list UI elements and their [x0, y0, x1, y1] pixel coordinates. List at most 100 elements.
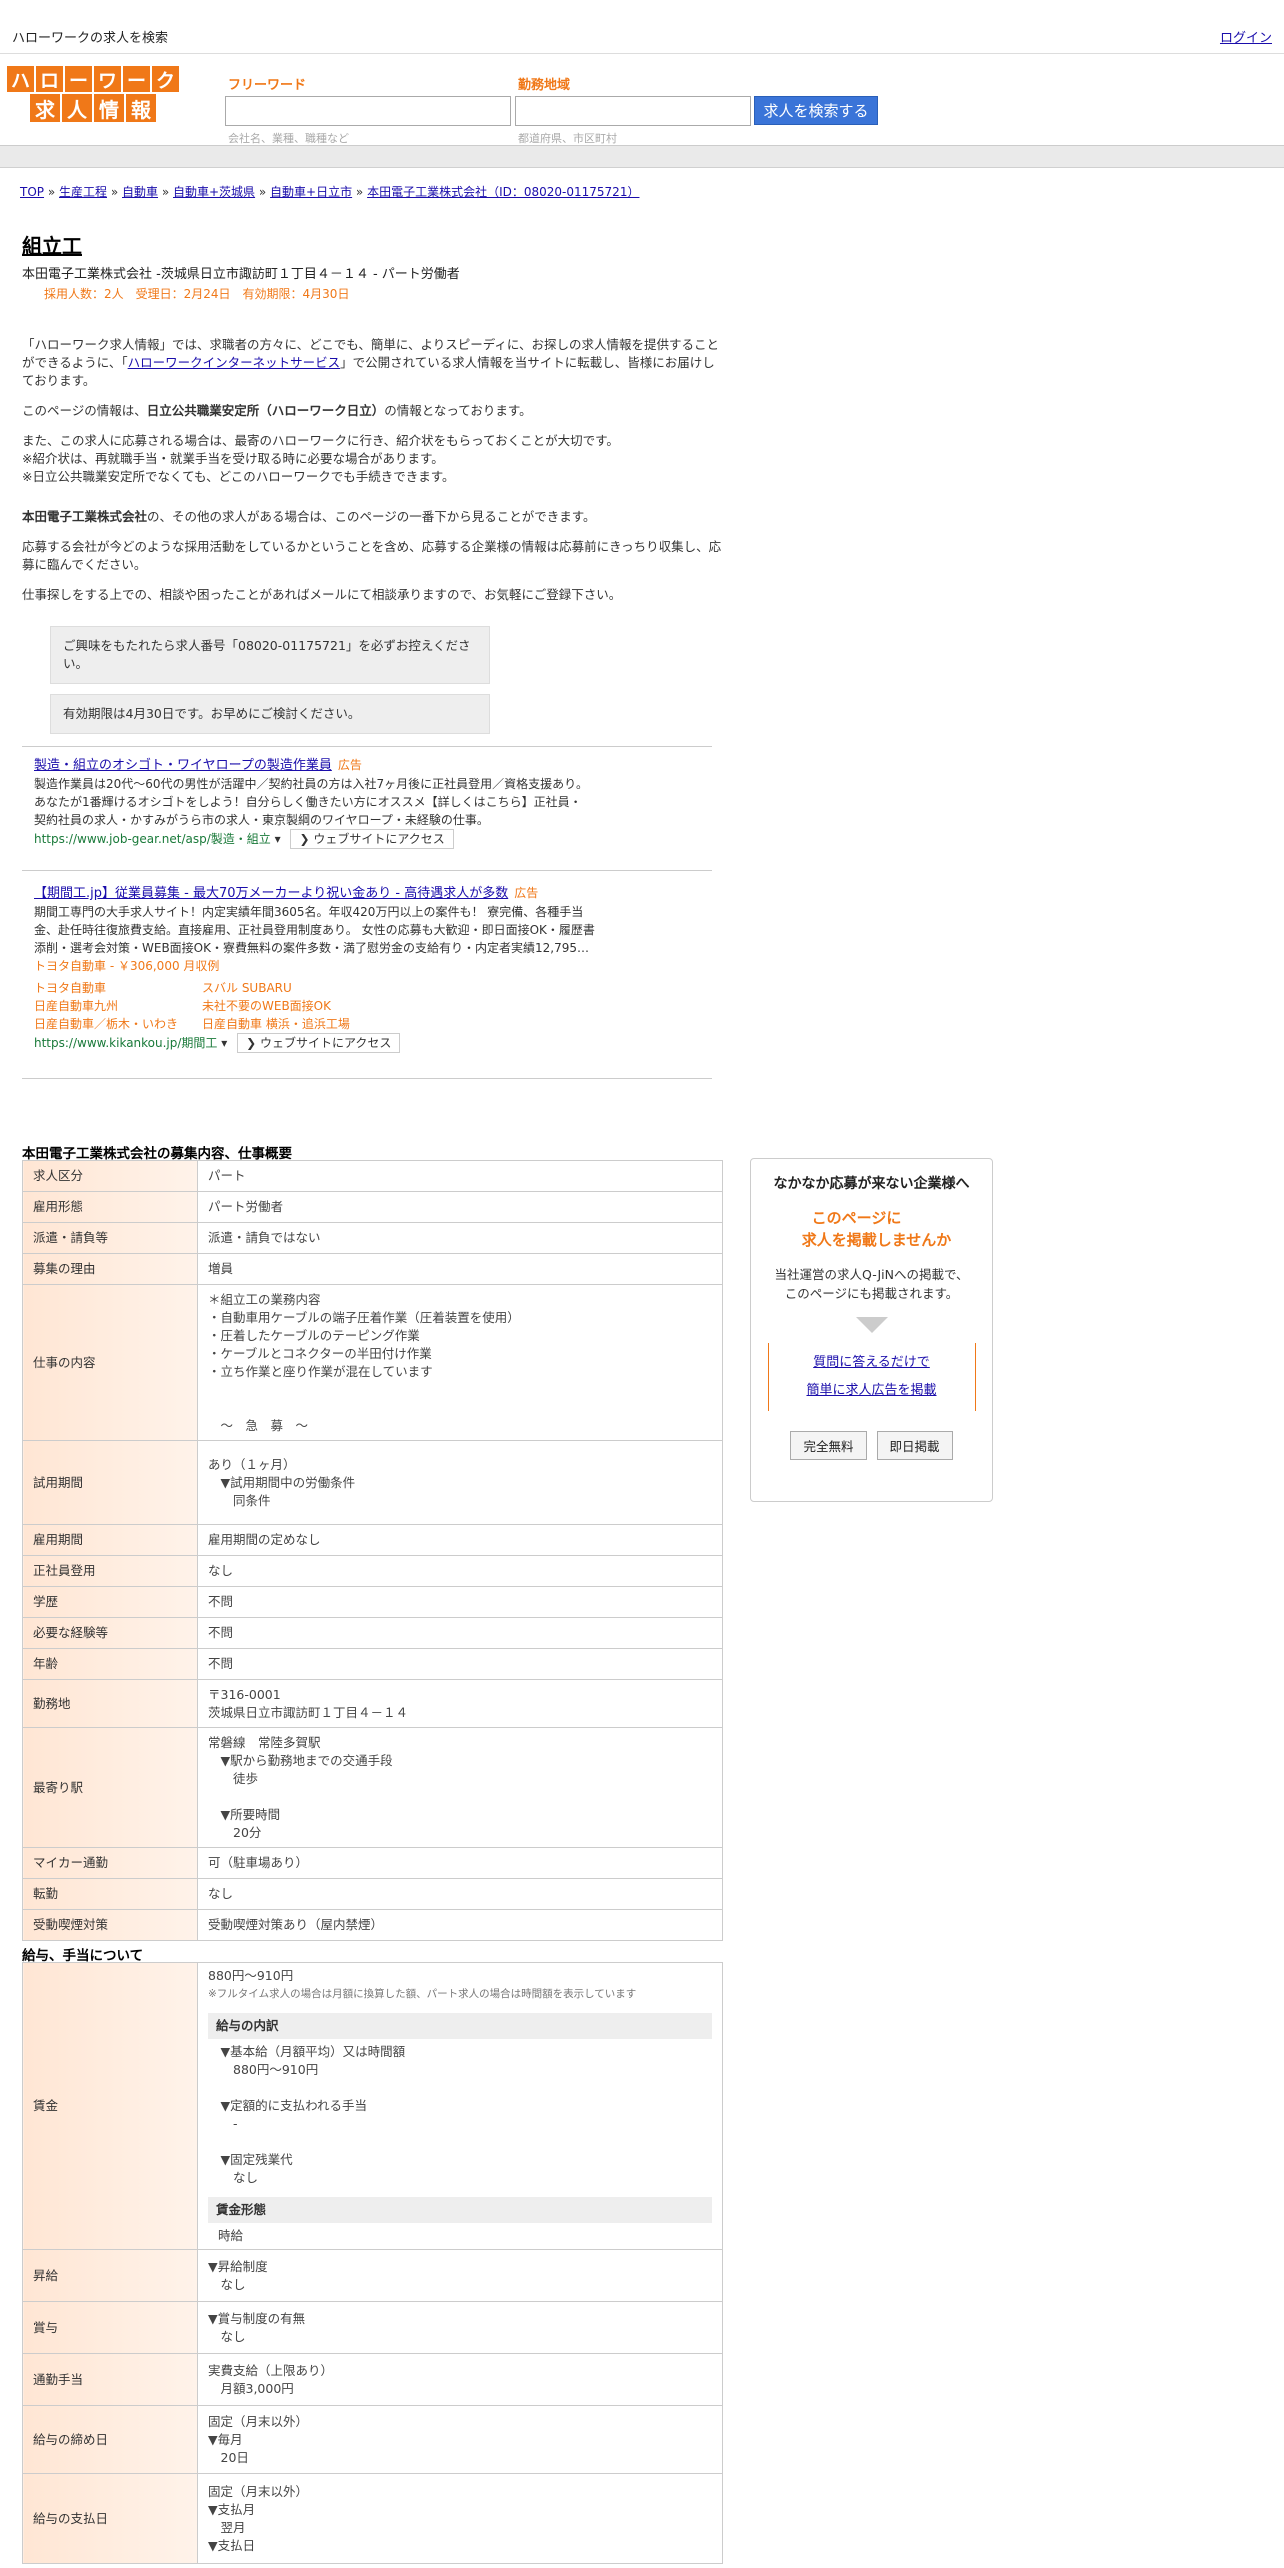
deadline-box: 有効期限は4月30日です。お早めにご検討ください。 [50, 694, 490, 734]
row-label: 受動喫煙対策 [22, 1909, 198, 1941]
office-paragraph: このページの情報は、日立公共職業安定所（ハローワーク日立）の情報となっております… [22, 403, 532, 418]
breadcrumb-link[interactable]: 生産工程 [59, 185, 107, 199]
side-links: 質問に答えるだけで 簡単に求人広告を掲載 [767, 1343, 976, 1411]
logo-char: ワ [94, 66, 121, 92]
divider [22, 870, 712, 871]
free-button[interactable]: 完全無料 [790, 1431, 867, 1460]
breadcrumb-link[interactable]: TOP [20, 185, 44, 199]
search-button[interactable]: 求人を検索する [754, 96, 878, 125]
row-value: 増員 [197, 1253, 723, 1285]
table-row: 必要な経験等 不問 [22, 1617, 723, 1649]
sitelink[interactable]: スバル SUBARU [202, 979, 350, 997]
job-title: 組立工 [22, 234, 82, 258]
side-link-2[interactable]: 簡単に求人広告を掲載 [806, 1383, 936, 1398]
breadcrumb-link[interactable]: 自動車+茨城県 [173, 185, 255, 199]
table-row: 通勤手当 実費支給（上限あり） 月額3,000円 [22, 2353, 723, 2406]
side-orange: このページに 求人を掲載しませんか [801, 1209, 952, 1249]
table-row: 正社員登用 なし [22, 1555, 723, 1587]
row-label: 年齢 [22, 1648, 198, 1680]
logo[interactable]: ハローワーク 求人情報 [4, 66, 182, 124]
section-title-overview: 本田電子工業株式会社の募集内容、仕事概要 [22, 1146, 292, 1162]
logo-char: 情 [94, 94, 124, 122]
other-jobs-note: 本田電子工業株式会社の、その他の求人がある場合は、このページの一番下から見ること… [22, 509, 596, 524]
divider [22, 1078, 712, 1079]
row-value: 不問 [197, 1586, 723, 1618]
row-label: 給与の支払日 [22, 2473, 198, 2564]
sitelink[interactable]: トヨタ自動車 [34, 979, 202, 997]
row-label: 求人区分 [22, 1160, 198, 1192]
row-label: 最寄り駅 [22, 1727, 198, 1848]
ad-title[interactable]: 製造・組立のオシゴト・ワイヤロープの製造作業員 [34, 758, 332, 773]
ad-text: 期間工専門の大手求人サイト！内定実績年間3605名。年収420万円以上の案件も！… [34, 905, 584, 919]
row-value: 〒316-0001 茨城県日立市諏訪町１丁目４－１４ [197, 1679, 723, 1728]
table-row: 試用期間 あり（１ヶ月） ▼試用期間中の労働条件 同条件 [22, 1440, 723, 1525]
row-value: 不問 [197, 1648, 723, 1680]
table-row: 受動喫煙対策 受動喫煙対策あり（屋内禁煙） [22, 1909, 723, 1941]
logo-char: ー [65, 66, 92, 92]
row-label: 試用期間 [22, 1440, 198, 1525]
table-row: 雇用形態 パート労働者 [22, 1191, 723, 1223]
row-label: 雇用形態 [22, 1191, 198, 1223]
sitelink[interactable]: 日産自動車九州 [34, 997, 202, 1015]
row-value: パート労働者 [197, 1191, 723, 1223]
row-label: 賃金 [22, 1962, 198, 2250]
table-row: マイカー通勤 可（駐車場あり） [22, 1847, 723, 1879]
wage-table: 賃金 880円〜910円 ※フルタイム求人の場合は月額に換算した額、パート求人の場合… [22, 1962, 723, 2564]
company-line: 本田電子工業株式会社 -茨城県日立市諏訪町１丁目４－１４ - パート労働者 [22, 267, 460, 282]
side-desc: 当社運営の求人Q-JiNへの掲載で、 このページにも掲載されます。 [774, 1267, 969, 1301]
area-label: 勤務地域 [518, 78, 571, 93]
side-link-1[interactable]: 質問に答えるだけで [813, 1355, 930, 1370]
ad-tag: 広告 [337, 758, 362, 772]
apply-note: また、この求人に応募される場合は、最寄のハローワークに行き、紹介状をもらっておく… [22, 433, 619, 484]
free-word-input[interactable] [225, 96, 511, 126]
login-link[interactable]: ログイン [1220, 27, 1272, 46]
row-label: 学歴 [22, 1586, 198, 1618]
logo-char: ロ [36, 66, 63, 92]
row-label: 勤務地 [22, 1679, 198, 1728]
row-value: 派遣・請負ではない [197, 1222, 723, 1254]
logo-char: ク [152, 66, 179, 92]
breadcrumb-link[interactable]: 自動車 [122, 185, 158, 199]
ad-url[interactable]: https://www.job-gear.net/asp/製造・組立 [34, 832, 271, 846]
gray-bar [0, 146, 1284, 168]
wage-value: 880円〜910円 ※フルタイム求人の場合は月額に換算した額、パート求人の場合は時… [197, 1962, 723, 2250]
table-row: 仕事の内容 ＊組立工の業務内容 ・自動車用ケーブルの端子圧着作業（圧着装置を使用）・… [22, 1284, 723, 1441]
table-row: 勤務地 〒316-0001 茨城県日立市諏訪町１丁目４－１４ [22, 1679, 723, 1728]
row-label: 昇給 [22, 2249, 198, 2302]
table-row: 学歴 不問 [22, 1586, 723, 1618]
hellowork-link[interactable]: ハローワークインターネットサービス [128, 355, 341, 370]
area-input[interactable] [515, 96, 751, 126]
consult-note: 仕事探しをする上での、相談や困ったことがあればメールにて相談承りますので、お気軽… [22, 587, 622, 602]
row-value: 不問 [197, 1617, 723, 1649]
table-row: 求人区分 パート [22, 1160, 723, 1192]
row-value: 固定（月末以外） ▼支払月 翌月 ▼支払日 [197, 2473, 723, 2564]
row-label: 正社員登用 [22, 1555, 198, 1587]
table-row: 賃金 880円〜910円 ※フルタイム求人の場合は月額に換算した額、パート求人の場合… [22, 1962, 723, 2250]
ad-title[interactable]: 【期間工.jp】従業員募集 - 最大70万メーカーより祝い金あり - 高待遇求人… [34, 886, 508, 901]
same-day-button[interactable]: 即日掲載 [876, 1431, 953, 1460]
breadcrumb-link[interactable]: 本田電子工業株式会社（ID：08020-01175721） [367, 185, 639, 199]
ad-text: 契約社員の求人・かすみがうら市の求人・東京製綱のワイヤロープ・未経験の仕事。 [34, 813, 489, 827]
breadcrumb-link[interactable]: 自動車+日立市 [270, 185, 352, 199]
visit-site-button[interactable]: ❯ ウェブサイトにアクセス [290, 829, 454, 849]
row-value: なし [197, 1878, 723, 1910]
divider [22, 746, 712, 747]
sitelink[interactable]: 日産自動車／栃木・いわき [34, 1015, 202, 1033]
ad-tag: 広告 [514, 886, 539, 900]
visit-site-button[interactable]: ❯ ウェブサイトにアクセス [237, 1033, 401, 1053]
table-row: 給与の支払日 固定（月末以外） ▼支払月 翌月 ▼支払日 [22, 2473, 723, 2564]
arrow-down-icon [855, 1317, 888, 1333]
header: ハローワーク 求人情報 フリーワード 会社名、業種、職種など 勤務地域 都道府県… [0, 54, 1284, 146]
table-row: 最寄り駅 常磐線 常陸多賀駅 ▼駅から勤務地までの交通手段 徒歩 ▼所要時間 20… [22, 1727, 723, 1848]
row-label: マイカー通勤 [22, 1847, 198, 1879]
top-bar: ハローワークの求人を検索 ログイン [0, 0, 1284, 54]
row-value: パート [197, 1160, 723, 1192]
row-value: ▼昇給制度 なし [197, 2249, 723, 2302]
row-value: ＊組立工の業務内容 ・自動車用ケーブルの端子圧着作業（圧着装置を使用） ・圧着したケ… [197, 1284, 723, 1441]
row-label: 派遣・請負等 [22, 1222, 198, 1254]
table-row: 雇用期間 雇用期間の定めなし [22, 1524, 723, 1556]
sitelink[interactable]: 未社不要のWEB面接OK [202, 997, 350, 1015]
row-value: なし [197, 1555, 723, 1587]
sitelink[interactable]: 日産自動車 横浜・追浜工場 [202, 1015, 350, 1033]
ad-url[interactable]: https://www.kikankou.jp/期間工 [34, 1036, 217, 1050]
